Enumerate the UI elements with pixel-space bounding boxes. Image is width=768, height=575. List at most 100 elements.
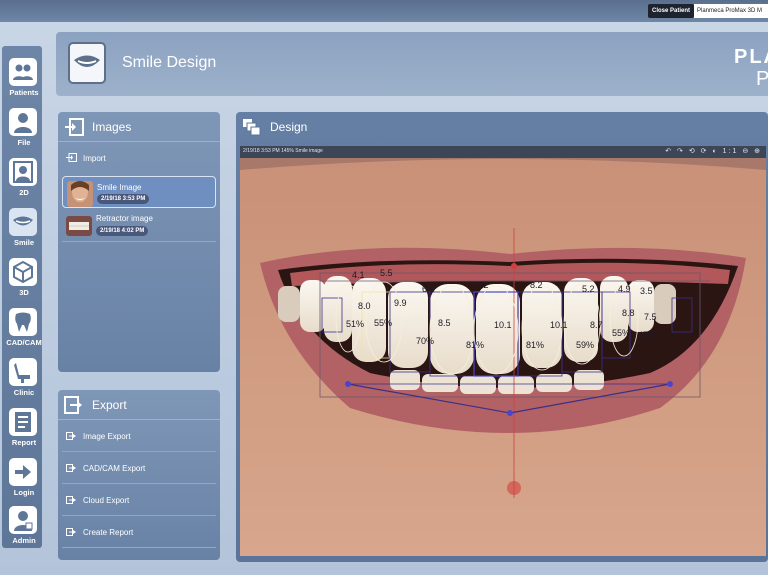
images-panel: Images Import Smile Image 2/19/18 3:53 P…: [58, 112, 220, 372]
nav-report[interactable]: Report: [4, 408, 40, 456]
midline-handle-top: [511, 263, 517, 269]
nav-file[interactable]: File: [4, 108, 40, 156]
nav-label: 3D: [19, 288, 29, 297]
nav-patients[interactable]: Patients: [4, 58, 40, 106]
ratio-label: 81%: [526, 340, 544, 350]
tooth-icon: [9, 308, 37, 336]
nav-clinic[interactable]: Clinic: [4, 358, 40, 406]
width-label: 5.2: [582, 284, 595, 294]
page-title: Smile Design: [122, 54, 217, 71]
width-label: 7.5: [644, 312, 657, 322]
ratio-label: 55%: [374, 318, 392, 328]
design-panel: Design 2/19/18 3:53 PM 145% Smile image …: [236, 112, 768, 562]
export-icon: [64, 396, 84, 414]
width-label: 3.5: [640, 286, 653, 296]
width-label: 8.5: [438, 318, 451, 328]
image-date-badge: 2/19/18 3:53 PM: [97, 194, 150, 204]
nav-label: Admin: [12, 536, 36, 545]
nav-label: Login: [13, 488, 35, 497]
image-item-retractor[interactable]: Retractor image 2/19/18 4:02 PM: [62, 210, 216, 242]
width-label: 4.9: [618, 284, 631, 294]
smile-curve-handle-right: [667, 381, 673, 387]
cloud-export-button[interactable]: Cloud Export: [62, 484, 216, 516]
person-icon: [9, 108, 37, 136]
lips-icon: [9, 208, 37, 236]
retractor-thumbnail: [66, 216, 92, 236]
nav-label: File: [17, 138, 31, 147]
export-small-icon: [66, 432, 76, 440]
nav-label: 2D: [19, 188, 29, 197]
nav-cadcam[interactable]: CAD/CAM: [4, 308, 42, 356]
image-item-smile[interactable]: Smile Image 2/19/18 3:53 PM: [62, 176, 216, 208]
nav-admin[interactable]: Admin: [4, 506, 40, 554]
design-panel-title: Design: [270, 120, 308, 134]
brand-logo: PLA: [734, 46, 768, 68]
ratio-label: 59%: [576, 340, 594, 350]
width-label: 4.1: [352, 270, 365, 280]
nav-label: Report: [11, 438, 37, 447]
ratio-label: 81%: [466, 340, 484, 350]
canvas-toolbar: 2/19/18 3:53 PM 145% Smile image ↶ ↷ ⟲ ⟳…: [240, 146, 766, 158]
width-label: 10.1: [494, 320, 512, 330]
smile-design-canvas[interactable]: 4.1 5.5 8.0 9.9 6.1 8.5 8.2 10.1 8.2 10.…: [240, 158, 766, 556]
left-nav-rail: Patients File 2D Smile 3D CAD/CAM Clinic…: [2, 46, 42, 548]
nav-label: Clinic: [13, 388, 35, 397]
nav-label: CAD/CAM: [6, 338, 42, 347]
export-label: CAD/CAM Export: [83, 464, 146, 473]
ratio-label: 47%: [638, 330, 656, 340]
smile-curve-handle-left: [345, 381, 351, 387]
image-export-button[interactable]: Image Export: [62, 420, 216, 452]
cadcam-export-button[interactable]: CAD/CAM Export: [62, 452, 216, 484]
import-label: Import: [83, 154, 106, 163]
export-label: Cloud Export: [83, 496, 130, 505]
create-report-button[interactable]: Create Report: [62, 516, 216, 548]
width-label: 5.5: [380, 268, 393, 278]
design-panel-header: Design: [236, 112, 768, 142]
midline-handle-bottom: [507, 481, 521, 495]
ratio-label: 51%: [346, 319, 364, 329]
design-layers-icon: [242, 118, 262, 136]
cube-icon: [9, 258, 37, 286]
device-selector[interactable]: Planmeca ProMax 3D M: [694, 4, 768, 18]
export-small-icon: [66, 464, 76, 472]
nav-2d[interactable]: 2D: [4, 158, 40, 206]
canvas-info: 2/19/18 3:53 PM 145% Smile image: [243, 148, 323, 154]
canvas-tool-icons[interactable]: ↶ ↷ ⟲ ⟳ ◐ 1:1 ⊖ ⊕: [665, 147, 762, 155]
close-patient-button[interactable]: Close Patient: [648, 4, 695, 18]
import-button[interactable]: Import: [62, 148, 216, 170]
dental-chair-icon: [9, 358, 37, 386]
width-label: 8.8: [622, 308, 635, 318]
width-label: 10.1: [550, 320, 568, 330]
login-arrow-icon: [9, 458, 37, 486]
images-panel-title: Images: [92, 120, 132, 134]
width-label: 8.0: [358, 301, 371, 311]
export-label: Image Export: [83, 432, 131, 441]
width-label: 6.1: [422, 284, 435, 294]
page-header: Smile Design PLA P: [56, 32, 768, 96]
import-icon: [64, 118, 84, 136]
export-small-icon: [66, 528, 76, 536]
report-icon: [9, 408, 37, 436]
width-label: 9.9: [394, 298, 407, 308]
ratio-label: 55%: [612, 328, 630, 338]
nav-3d[interactable]: 3D: [4, 258, 40, 306]
nav-label: Smile: [13, 238, 34, 247]
image-name: Smile Image: [97, 183, 142, 192]
nav-login[interactable]: Login: [4, 458, 40, 506]
nav-label: Patients: [9, 88, 39, 97]
export-label: Create Report: [83, 528, 134, 537]
images-panel-header: Images: [58, 112, 220, 142]
width-label: 8.2: [530, 280, 543, 290]
brand-logo-line2: P: [756, 68, 768, 90]
export-panel-header: Export: [58, 390, 220, 420]
width-label: 8.7: [590, 320, 603, 330]
ratio-label: 70%: [416, 336, 434, 346]
import-small-icon: [66, 153, 77, 162]
export-small-icon: [66, 496, 76, 504]
width-label: 8.2: [476, 280, 489, 290]
smile-thumbnail: [67, 181, 93, 207]
export-panel-title: Export: [92, 398, 127, 412]
smile-curve-handle-center: [507, 410, 513, 416]
nav-smile[interactable]: Smile: [4, 208, 40, 256]
admin-icon: [9, 506, 37, 534]
